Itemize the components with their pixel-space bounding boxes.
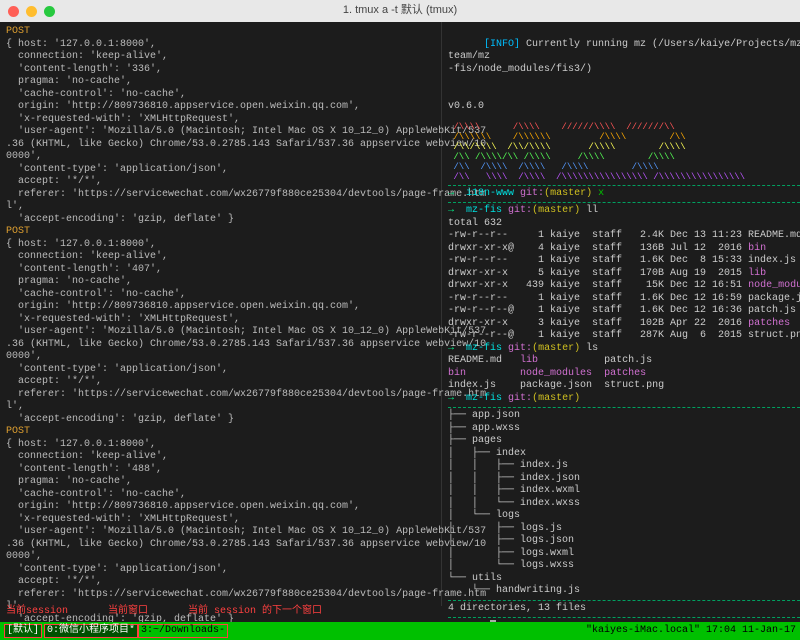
tree-line: │ ├── logs.js [448,523,800,536]
ls-total: total 632 [448,218,800,231]
ls-row: bin node_modules patches [448,368,800,381]
tree-line: │ └── logs [448,510,800,523]
tmux-status-right: "kaiyes-iMac.local" 17:04 11-Jan-17 [586,625,796,638]
window-title: 1. tmux a -t 默认 (tmux) [0,4,800,18]
tmux-current-window[interactable]: 0:微信小程序项目* [44,624,138,639]
pane-divider [448,407,800,408]
tree-line: └── handwriting.js [448,585,800,598]
titlebar: 1. tmux a -t 默认 (tmux) [0,0,800,22]
ls-row: README.md lib patch.js [448,355,800,368]
ascii-logo: /\\\\ /\\\\ //////\\\\ ///////\\ /\\\\\\… [448,114,800,183]
terminal-body: POST { host: '127.0.0.1:8000', connectio… [0,22,800,606]
ls-row: -rw-r--r--@ 1 kaiye staff 287K Aug 6 201… [448,330,800,343]
pane-divider [448,617,800,618]
tree-line: │ │ └── index.wxss [448,498,800,511]
ls-long-listing: -rw-r--r-- 1 kaiye staff 2.4K Dec 13 11:… [448,230,800,343]
tree-line: │ │ ├── index.js [448,460,800,473]
tmux-next-window[interactable]: 3:~/Downloads- [138,624,228,639]
ls-row: -rw-r--r--@ 1 kaiye staff 1.6K Dec 12 16… [448,305,800,318]
tmux-pane-right[interactable]: [INFO] Currently running mz (/Users/kaiy… [442,22,800,606]
tmux-pane-left[interactable]: POST { host: '127.0.0.1:8000', connectio… [0,22,442,606]
shell-prompt: → mz-fis git:(master) [448,393,800,406]
tmux-session-name[interactable]: [默认] [4,624,42,639]
ls-row: drwxr-xr-x 3 kaiye staff 102B Apr 22 201… [448,318,800,331]
annotation-label: 当前 session 的下一个窗口 [188,606,322,622]
request-headers: { host: '127.0.0.1:8000', connection: 'k… [6,239,435,427]
tree-line: ├── app.wxss [448,423,800,436]
request-headers: { host: '127.0.0.1:8000', connection: 'k… [6,39,435,227]
pane-divider [448,600,800,601]
tree-line: └── utils [448,573,800,586]
ls-row: -rw-r--r-- 1 kaiye staff 1.6K Dec 12 16:… [448,293,800,306]
ls-row: -rw-r--r-- 1 kaiye staff 2.4K Dec 13 11:… [448,230,800,243]
tree-line: │ ├── logs.json [448,535,800,548]
tree-line: │ ├── index [448,448,800,461]
tree-line: ├── pages [448,435,800,448]
info-line: [INFO] Currently running mz (/Users/kaiy… [448,26,800,101]
tree-line: │ └── logs.wxss [448,560,800,573]
shell-prompt: → mz-fis git:(master) ll [448,205,800,218]
tree-line: │ ├── logs.wxml [448,548,800,561]
tree-line: │ │ ├── index.wxml [448,485,800,498]
annotation-label: 当前窗口 [108,606,148,622]
shell-prompt: → mz-fis git:(master) ls [448,343,800,356]
tree-summary: 4 directories, 13 files [448,603,800,616]
tree-output: ├── app.json├── app.wxss├── pages│ ├── i… [448,410,800,598]
request-headers: { host: '127.0.0.1:8000', connection: 'k… [6,439,435,627]
pane-divider [448,202,800,203]
http-method: POST [6,226,435,239]
http-method: POST [6,426,435,439]
ls-row: drwxr-xr-x@ 4 kaiye staff 136B Jul 12 20… [448,243,800,256]
pane-divider [448,185,800,186]
http-method: POST [6,26,435,39]
ls-row: index.js package.json struct.png [448,380,800,393]
tree-line: ├── app.json [448,410,800,423]
ls-row: drwxr-xr-x 439 kaiye staff 15K Dec 12 16… [448,280,800,293]
log-level-tag: [INFO] [484,39,520,50]
annotation-label: 当前session [6,606,68,622]
shell-prompt: → i18n-www git:(master) x [448,188,800,201]
ls-row: drwxr-xr-x 5 kaiye staff 170B Aug 19 201… [448,268,800,281]
ls-row: -rw-r--r-- 1 kaiye staff 1.6K Dec 8 15:3… [448,255,800,268]
tmux-statusbar: [默认] 0:微信小程序项目* 3:~/Downloads- "kaiyes-i… [0,622,800,640]
tree-line: │ │ ├── index.json [448,473,800,486]
version-line: v0.6.0 [448,101,800,114]
